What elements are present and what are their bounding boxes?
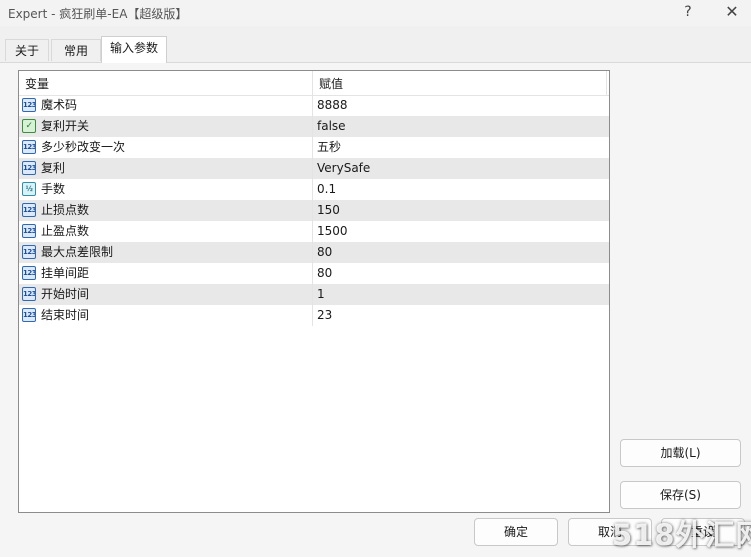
parameter-name: 开始时间 [41, 287, 90, 301]
parameter-value[interactable]: 80 [317, 263, 607, 284]
parameter-name: 复利 [41, 161, 66, 175]
parameter-value[interactable]: VerySafe [317, 158, 607, 179]
parameter-value[interactable]: 8888 [317, 95, 607, 116]
close-button[interactable]: ✕ [712, 0, 751, 26]
title-bar: Expert - 疯狂刷单-EA【超级版】 ? ✕ [0, 0, 751, 26]
column-divider [312, 221, 313, 242]
cancel-button[interactable]: 取消 [568, 518, 652, 546]
parameter-name: 多少秒改变一次 [41, 140, 126, 154]
parameter-value[interactable]: 80 [317, 242, 607, 263]
parameter-value[interactable]: 1500 [317, 221, 607, 242]
column-divider [312, 158, 313, 179]
window-title: Expert - 疯狂刷单-EA【超级版】 [8, 7, 188, 21]
column-header-variable[interactable]: 变量 [19, 71, 313, 95]
table-row[interactable]: 123 开始时间 1 [19, 284, 609, 305]
table-row[interactable]: 123 挂单间距 80 [19, 263, 609, 284]
column-divider [312, 95, 313, 116]
column-divider [312, 263, 313, 284]
save-button[interactable]: 保存(S) [620, 481, 741, 509]
tab-common[interactable]: 常用 [51, 39, 101, 61]
tab-about[interactable]: 关于 [5, 39, 49, 61]
parameter-name: 挂单间距 [41, 266, 90, 280]
table-row[interactable]: ✓ 复利开关 false [19, 116, 609, 137]
table-row[interactable]: ½ 手数 0.1 [19, 179, 609, 200]
boolean-icon: ✓ [22, 119, 36, 133]
table-row[interactable]: 123 多少秒改变一次 五秒 [19, 137, 609, 158]
integer-icon: 123 [22, 224, 36, 238]
parameter-value[interactable]: false [317, 116, 607, 137]
parameter-name: 结束时间 [41, 308, 90, 322]
column-divider [312, 116, 313, 137]
column-divider [312, 305, 313, 326]
integer-icon: 123 [22, 161, 36, 175]
column-header-value[interactable]: 赋值 [313, 71, 607, 95]
parameter-value[interactable]: 五秒 [317, 137, 607, 158]
parameter-name: 最大点差限制 [41, 245, 114, 259]
table-row[interactable]: 123 止损点数 150 [19, 200, 609, 221]
help-button[interactable]: ? [668, 0, 708, 26]
column-divider [312, 284, 313, 305]
grid-header: 变量 赋值 [19, 71, 609, 96]
tab-strip: 关于 常用 输入参数 [0, 36, 751, 63]
parameter-name: 复利开关 [41, 119, 90, 133]
reset-button[interactable]: 重设 [661, 518, 745, 546]
column-divider [312, 179, 313, 200]
parameter-value[interactable]: 23 [317, 305, 607, 326]
parameter-value[interactable]: 1 [317, 284, 607, 305]
table-row[interactable]: 123 止盈点数 1500 [19, 221, 609, 242]
integer-icon: 123 [22, 287, 36, 301]
integer-icon: 123 [22, 98, 36, 112]
table-row[interactable]: 123 结束时间 23 [19, 305, 609, 326]
integer-icon: 123 [22, 308, 36, 322]
double-icon: ½ [22, 182, 36, 196]
integer-icon: 123 [22, 245, 36, 259]
integer-icon: 123 [22, 266, 36, 280]
column-divider [312, 242, 313, 263]
load-button[interactable]: 加载(L) [620, 439, 741, 467]
parameter-name: 手数 [41, 182, 66, 196]
ok-button[interactable]: 确定 [474, 518, 558, 546]
table-row[interactable]: 123 复利 VerySafe [19, 158, 609, 179]
table-row[interactable]: 123 最大点差限制 80 [19, 242, 609, 263]
parameter-value[interactable]: 150 [317, 200, 607, 221]
column-divider [312, 200, 313, 221]
table-row[interactable]: 123 魔术码 8888 [19, 95, 609, 116]
parameter-value[interactable]: 0.1 [317, 179, 607, 200]
integer-icon: 123 [22, 203, 36, 217]
parameter-name: 止盈点数 [41, 224, 90, 238]
column-divider [312, 137, 313, 158]
tab-inputs[interactable]: 输入参数 [101, 36, 167, 63]
parameter-name: 止损点数 [41, 203, 90, 217]
integer-icon: 123 [22, 140, 36, 154]
parameter-name: 魔术码 [41, 98, 78, 112]
parameters-grid: 变量 赋值 123 魔术码 8888 ✓ 复利开关 false 123 多少秒改变一次 五秒 12… [18, 70, 610, 513]
